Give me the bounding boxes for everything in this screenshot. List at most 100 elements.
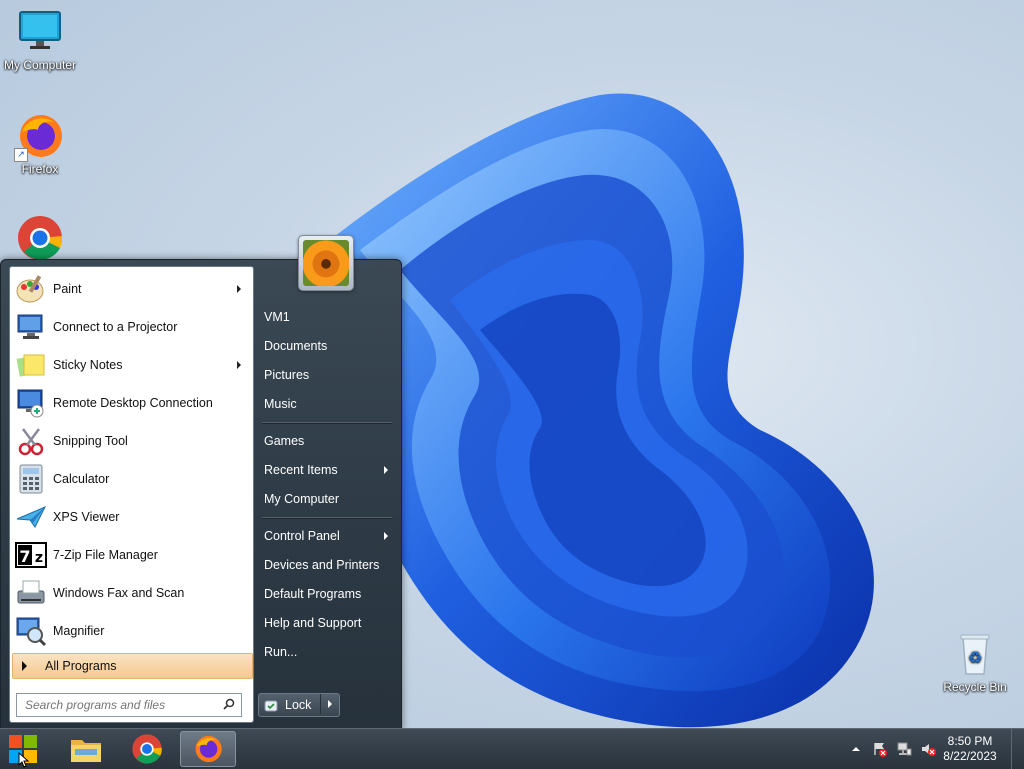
calculator-icon: [15, 463, 47, 495]
desktop-icon-my-computer[interactable]: My Computer: [0, 8, 80, 72]
flower-picture: [303, 240, 349, 286]
lock-icon: [264, 700, 278, 712]
seven-zip-icon: 7z: [15, 539, 47, 571]
program-calculator[interactable]: Calculator: [12, 461, 251, 497]
scissors-icon: [15, 425, 47, 457]
program-label: Sticky Notes: [53, 358, 123, 372]
program-label: Remote Desktop Connection: [53, 396, 213, 410]
program-magnifier[interactable]: Magnifier: [12, 613, 251, 649]
triangle-right-icon: [22, 661, 27, 671]
place-label: Music: [264, 397, 297, 411]
menu-separator: [262, 517, 392, 519]
chevron-up-icon[interactable]: [848, 741, 864, 757]
all-programs-label: All Programs: [45, 659, 117, 673]
program-paint[interactable]: Paint: [12, 271, 251, 307]
clock-date: 8/22/2023: [943, 749, 997, 763]
taskbar-chrome[interactable]: [119, 731, 175, 767]
program-7zip-file-manager[interactable]: 7z 7-Zip File Manager: [12, 537, 251, 573]
place-label: Recent Items: [264, 463, 338, 477]
xps-viewer-icon: [15, 501, 47, 533]
fax-icon: [15, 577, 47, 609]
recycle-bin-icon: ♻: [951, 630, 999, 678]
program-connect-to-projector[interactable]: Connect to a Projector: [12, 309, 251, 345]
network-icon[interactable]: [896, 741, 912, 757]
place-help-and-support[interactable]: Help and Support: [256, 610, 396, 636]
program-label: Windows Fax and Scan: [53, 586, 185, 600]
place-label: Control Panel: [264, 529, 340, 543]
svg-text:7: 7: [19, 547, 30, 566]
place-my-computer[interactable]: My Computer: [256, 486, 396, 512]
program-remote-desktop-connection[interactable]: Remote Desktop Connection: [12, 385, 251, 421]
program-label: Paint: [53, 282, 82, 296]
place-control-panel[interactable]: Control Panel: [256, 523, 396, 549]
program-xps-viewer[interactable]: XPS Viewer: [12, 499, 251, 535]
place-label: Default Programs: [264, 587, 362, 601]
place-games[interactable]: Games: [256, 428, 396, 454]
shortcut-arrow-icon: ↗: [14, 148, 28, 162]
desktop-icon-label: My Computer: [3, 58, 77, 72]
submenu-arrow-icon: [384, 532, 388, 540]
place-label: Help and Support: [264, 616, 362, 630]
search-icon[interactable]: [223, 698, 235, 710]
search-input[interactable]: [23, 697, 223, 713]
place-run[interactable]: Run...: [256, 639, 396, 665]
place-label: VM1: [264, 310, 290, 324]
chrome-icon: [16, 214, 64, 262]
desktop-icon-label: Recycle Bin: [943, 680, 1007, 694]
menu-separator: [262, 422, 392, 424]
program-label: Snipping Tool: [53, 434, 128, 448]
chevron-right-icon: [328, 700, 332, 708]
place-vm1[interactable]: VM1: [256, 304, 396, 330]
shutdown-options-button[interactable]: [320, 694, 339, 714]
lock-button[interactable]: Lock: [258, 693, 340, 717]
submenu-arrow-icon: [237, 361, 241, 369]
submenu-arrow-icon: [384, 466, 388, 474]
desktop-icon-recycle-bin[interactable]: ♻ Recycle Bin: [935, 630, 1015, 694]
program-label: Magnifier: [53, 624, 105, 638]
taskbar-file-explorer[interactable]: [58, 731, 114, 767]
place-recent-items[interactable]: Recent Items: [256, 457, 396, 483]
place-label: My Computer: [264, 492, 340, 506]
clock[interactable]: 8:50 PM 8/22/2023: [938, 734, 1002, 764]
all-programs-button[interactable]: All Programs: [12, 653, 253, 679]
volume-muted-icon[interactable]: [920, 741, 936, 757]
place-documents[interactable]: Documents: [256, 333, 396, 359]
place-devices-and-printers[interactable]: Devices and Printers: [256, 552, 396, 578]
place-pictures[interactable]: Pictures: [256, 362, 396, 388]
paint-icon: [15, 273, 47, 305]
program-snipping-tool[interactable]: Snipping Tool: [12, 423, 251, 459]
firefox-icon: ↗: [14, 112, 64, 162]
place-label: Games: [264, 434, 305, 448]
place-label: Run...: [264, 645, 298, 659]
start-menu: Paint Connect to a Projector Sticky Note…: [0, 259, 402, 730]
remote-desktop-icon: [15, 387, 47, 419]
program-windows-fax-and-scan[interactable]: Windows Fax and Scan: [12, 575, 251, 611]
show-desktop-button[interactable]: [1011, 729, 1024, 769]
chrome-icon: [132, 734, 162, 764]
mouse-cursor-icon: [18, 752, 30, 768]
action-center-icon[interactable]: [872, 741, 888, 757]
firefox-icon: [195, 735, 222, 763]
lock-label: Lock: [285, 698, 312, 712]
place-label: Pictures: [264, 368, 310, 382]
program-sticky-notes[interactable]: Sticky Notes: [12, 347, 251, 383]
user-account-picture[interactable]: [298, 235, 354, 291]
program-label: Connect to a Projector: [53, 320, 178, 334]
desktop-icon-firefox[interactable]: ↗ Firefox: [0, 112, 80, 176]
program-label: 7-Zip File Manager: [53, 548, 158, 562]
place-label: Documents: [264, 339, 328, 353]
clock-time: 8:50 PM: [947, 734, 993, 748]
place-music[interactable]: Music: [256, 391, 396, 417]
folder-icon: [71, 740, 101, 762]
desktop-icon-chrome[interactable]: [0, 214, 80, 264]
place-label: Devices and Printers: [264, 558, 380, 572]
program-label: Calculator: [53, 472, 110, 486]
place-default-programs[interactable]: Default Programs: [256, 581, 396, 607]
search-box: [16, 693, 242, 717]
monitor-icon: [16, 8, 64, 56]
taskbar-firefox[interactable]: [180, 731, 236, 767]
magnifier-icon: [15, 615, 47, 647]
svg-text:z: z: [35, 550, 43, 566]
projector-icon: [15, 311, 47, 343]
sticky-notes-icon: [15, 349, 47, 381]
